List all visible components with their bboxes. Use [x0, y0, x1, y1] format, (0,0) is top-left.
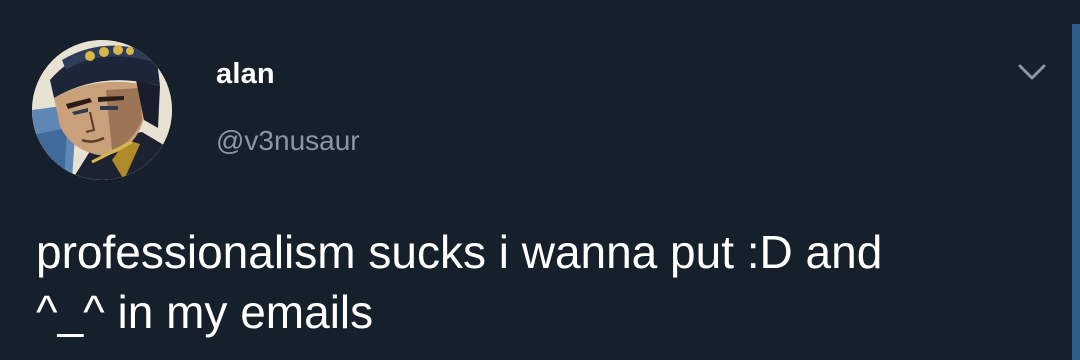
user-display-name[interactable]: alan [216, 58, 275, 91]
tweet-text: professionalism sucks i wanna put :D and… [36, 226, 883, 338]
avatar-illustration [32, 40, 172, 180]
chevron-down-icon[interactable] [1012, 58, 1052, 88]
user-handle[interactable]: @v3nusaur [216, 125, 360, 157]
scroll-indicator [1072, 24, 1080, 360]
avatar[interactable] [32, 40, 172, 180]
tweet-card: alan @v3nusaur professionalism sucks i w… [0, 0, 1080, 360]
